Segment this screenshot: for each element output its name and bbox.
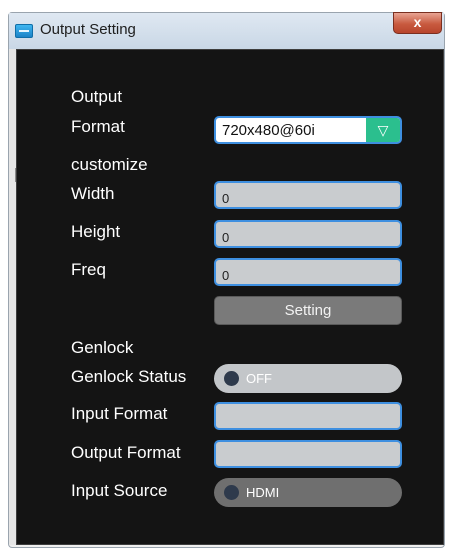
input-source-toggle[interactable]: HDMI [214,478,402,507]
genlock-label: Genlock [71,338,134,357]
height-label: Height [71,222,121,241]
toggle-knob [224,485,239,500]
window-title: Output Setting [40,21,136,38]
input-format-label: Input Format [71,404,168,423]
toggle-knob [224,371,239,386]
genlock-status-label: Genlock Status [71,367,187,386]
close-icon: x [413,14,422,30]
output-format-field[interactable] [214,440,402,468]
setting-button[interactable]: Setting [214,296,402,325]
freq-label: Freq [71,260,106,279]
height-input[interactable]: 0 [214,220,402,248]
width-input[interactable]: 0 [214,181,402,209]
output-format-label-line1: Output [71,87,123,106]
output-format-dropdown[interactable]: 720x480@60i ▽ [214,116,402,144]
customize-label: customize [71,155,148,174]
input-source-label: Input Source [71,481,168,500]
close-button[interactable]: x [393,12,442,34]
output-format-value: 720x480@60i [222,122,315,139]
output-format-label-line2: Format [71,117,125,136]
output-format2-label: Output Format [71,443,181,462]
window-left-border [9,49,16,545]
input-source-value: HDMI [246,485,280,500]
app-icon [15,24,33,38]
genlock-status-toggle[interactable]: OFF [214,364,402,393]
freq-input[interactable]: 0 [214,258,402,286]
genlock-status-value: OFF [246,371,272,386]
triangle-down-icon[interactable]: ▽ [366,118,400,142]
width-label: Width [71,184,115,203]
input-format-field[interactable] [214,402,402,430]
